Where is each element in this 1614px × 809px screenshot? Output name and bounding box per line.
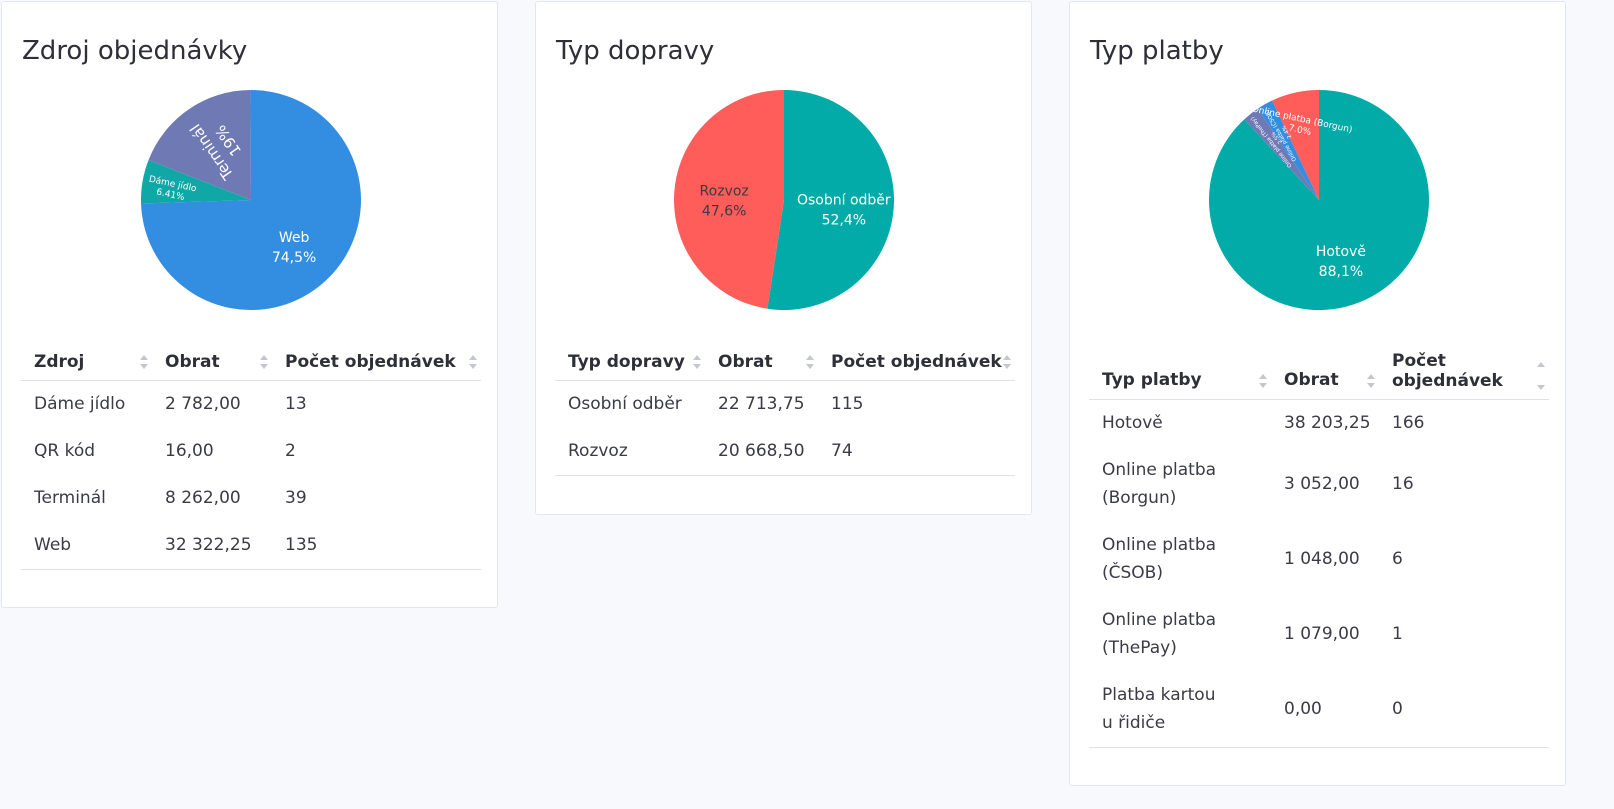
pie-chart-payment-type: Hotově 88,1% Online platba (ThePay)2.5% Onl… [1209,90,1429,310]
cell-order-count: 39 [285,487,307,508]
cell-turnover: 20 668,50 [705,427,818,476]
sort-icon[interactable] [140,354,148,370]
sort-icon[interactable] [1367,373,1375,389]
table-row: Platba kartou u řidiče 0,00 0 [1089,671,1549,748]
cell-turnover: 8 262,00 [165,487,241,508]
cell-turnover: 2 782,00 [165,393,241,414]
cell-order-count: 135 [272,521,481,570]
cell-source: Terminál [34,487,106,508]
card-title: Zdroj objednávky [22,36,248,66]
table-delivery-type: Typ dopravy Obrat Počet objednávek Osobn… [555,340,1015,476]
pie-chart-svg: Hotově 88,1%Online platba (ThePay)2.5%Onl… [1209,90,1429,310]
table-row: QR kód 16,00 2 [21,427,481,474]
column-header-source[interactable]: Zdroj [21,340,152,381]
cell-order-count: 74 [818,427,1015,476]
cell-turnover: 1 048,00 [1284,548,1360,569]
cell-source: QR kód [34,440,96,461]
table-row: Web 32 322,25 135 [21,521,481,570]
cell-order-count: 2 [285,440,296,461]
cell-turnover: 16,00 [165,440,214,461]
card-delivery-type: Typ dopravy Osobní odběr 52,4% Rozvoz 47,6%… [535,1,1032,515]
cell-turnover: 32 322,25 [152,521,272,570]
table-row: Online platba (ČSOB) 1 048,00 6 [1089,521,1549,596]
table-row: Online platba (ThePay) 1 079,00 1 [1089,596,1549,671]
cell-order-count: 13 [285,393,307,414]
cell-order-count: 0 [1379,671,1549,748]
card-order-source: Zdroj objednávky Web 74,5% Dáme jídlo6.41%… [1,1,498,608]
cell-delivery-type: Osobní odběr [568,393,682,414]
cell-order-count: 115 [831,393,864,414]
sort-icon[interactable] [469,354,477,370]
sort-icon[interactable] [260,354,268,370]
table-row: Dáme jídlo 2 782,00 13 [21,380,481,427]
cell-source: Web [21,521,152,570]
cell-order-count: 1 [1392,623,1403,644]
table-row: Online platba (Borgun) 3 052,00 16 [1089,446,1549,521]
column-header-turnover[interactable]: Obrat [1271,340,1379,400]
card-payment-type: Typ platby Hotově 88,1% Online platba (The… [1069,1,1566,786]
column-header-order-count[interactable]: Počet objednávek [272,340,481,381]
pie-chart-svg: Web 74,5%Dáme jídlo6.41%Terminál19% [141,90,361,310]
sort-icon[interactable] [806,354,814,370]
pie-chart-order-source: Web 74,5% Dáme jídlo6.41% Terminál19% [141,90,361,310]
cell-turnover: 0,00 [1271,671,1379,748]
cell-payment-type: Online platba (ČSOB) [1102,534,1217,583]
column-header-payment-type[interactable]: Typ platby [1089,340,1271,400]
sort-icon[interactable] [1003,354,1011,370]
cell-source: Dáme jídlo [34,393,126,414]
sort-icon[interactable] [693,354,701,370]
cell-turnover: 22 713,75 [718,393,805,414]
cell-delivery-type: Rozvoz [555,427,705,476]
sort-icon[interactable] [1259,373,1267,389]
cell-turnover: 3 052,00 [1284,473,1360,494]
table-row: Rozvoz 20 668,50 74 [555,427,1015,476]
cell-payment-type: Hotově [1102,412,1163,433]
table-row: Terminál 8 262,00 39 [21,474,481,521]
column-header-delivery-type[interactable]: Typ dopravy [555,340,705,381]
cell-payment-type: Online platba (ThePay) [1102,609,1217,658]
cell-turnover: 38 203,25 [1284,412,1371,433]
pie-chart-svg: Osobní odběr 52,4%Rozvoz 47,6% [674,90,894,310]
cell-payment-type: Online platba (Borgun) [1102,459,1217,508]
table-row: Osobní odběr 22 713,75 115 [555,380,1015,427]
table-payment-type: Typ platby Obrat Počet objednávek Hotově… [1089,340,1549,748]
cell-order-count: 166 [1392,412,1425,433]
cell-order-count: 16 [1392,473,1414,494]
card-title: Typ dopravy [556,36,715,66]
table-row: Hotově 38 203,25 166 [1089,399,1549,446]
card-title: Typ platby [1090,36,1224,66]
column-header-order-count[interactable]: Počet objednávek [1379,340,1549,400]
cell-order-count: 6 [1392,548,1403,569]
cell-payment-type: Platba kartou u řidiče [1089,671,1271,748]
column-header-turnover[interactable]: Obrat [152,340,272,381]
sort-icon[interactable] [1537,361,1545,391]
cell-turnover: 1 079,00 [1284,623,1360,644]
pie-chart-delivery-type: Osobní odběr 52,4% Rozvoz 47,6% [674,90,894,310]
table-order-source: Zdroj Obrat Počet objednávek Dáme jídlo … [21,340,481,570]
column-header-order-count[interactable]: Počet objednávek [818,340,1015,381]
column-header-turnover[interactable]: Obrat [705,340,818,381]
